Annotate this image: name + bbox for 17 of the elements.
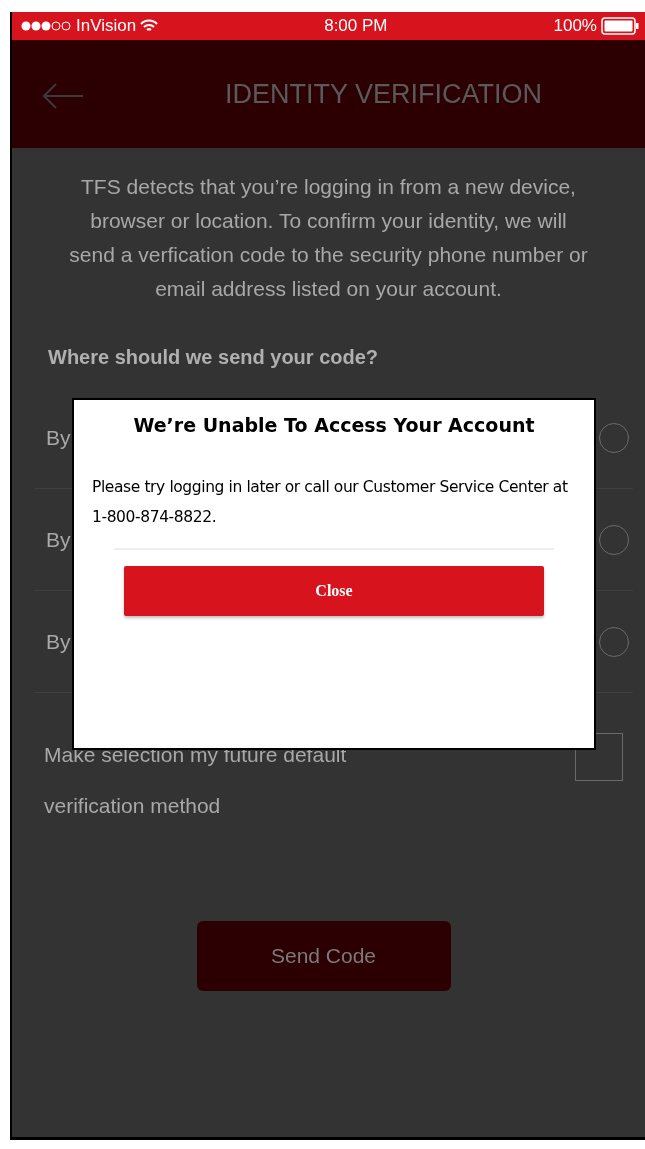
send-code-button[interactable]: Send Code — [196, 921, 451, 991]
option-label: By — [46, 425, 71, 450]
back-arrow-icon[interactable] — [42, 82, 84, 110]
dialog-message: Please try logging in later or call our Customer Service Center at 1-800-874-8822. — [91, 477, 569, 528]
option-label: By — [46, 527, 71, 552]
question-text: Where should we send your code? — [48, 346, 380, 369]
status-time: 8:00 PM — [324, 16, 388, 36]
screen-title: IDENTITY VERIFICATION — [224, 78, 543, 110]
signal-icon — [20, 20, 72, 32]
battery-percent: 100% — [553, 16, 597, 36]
dialog-title: We’re Unable To Access Your Account — [133, 414, 535, 436]
option-label: By — [46, 629, 71, 654]
battery-icon — [601, 17, 639, 35]
intro-text: TFS detects that you’re logging in from a new device, browser or location. To confirm your identity, we will send a verfication code to the security phone number or email address listed on your account. — [68, 174, 589, 302]
close-button[interactable]: Close — [124, 566, 544, 616]
wifi-icon — [140, 19, 159, 33]
carrier-name: InVision — [76, 16, 137, 36]
